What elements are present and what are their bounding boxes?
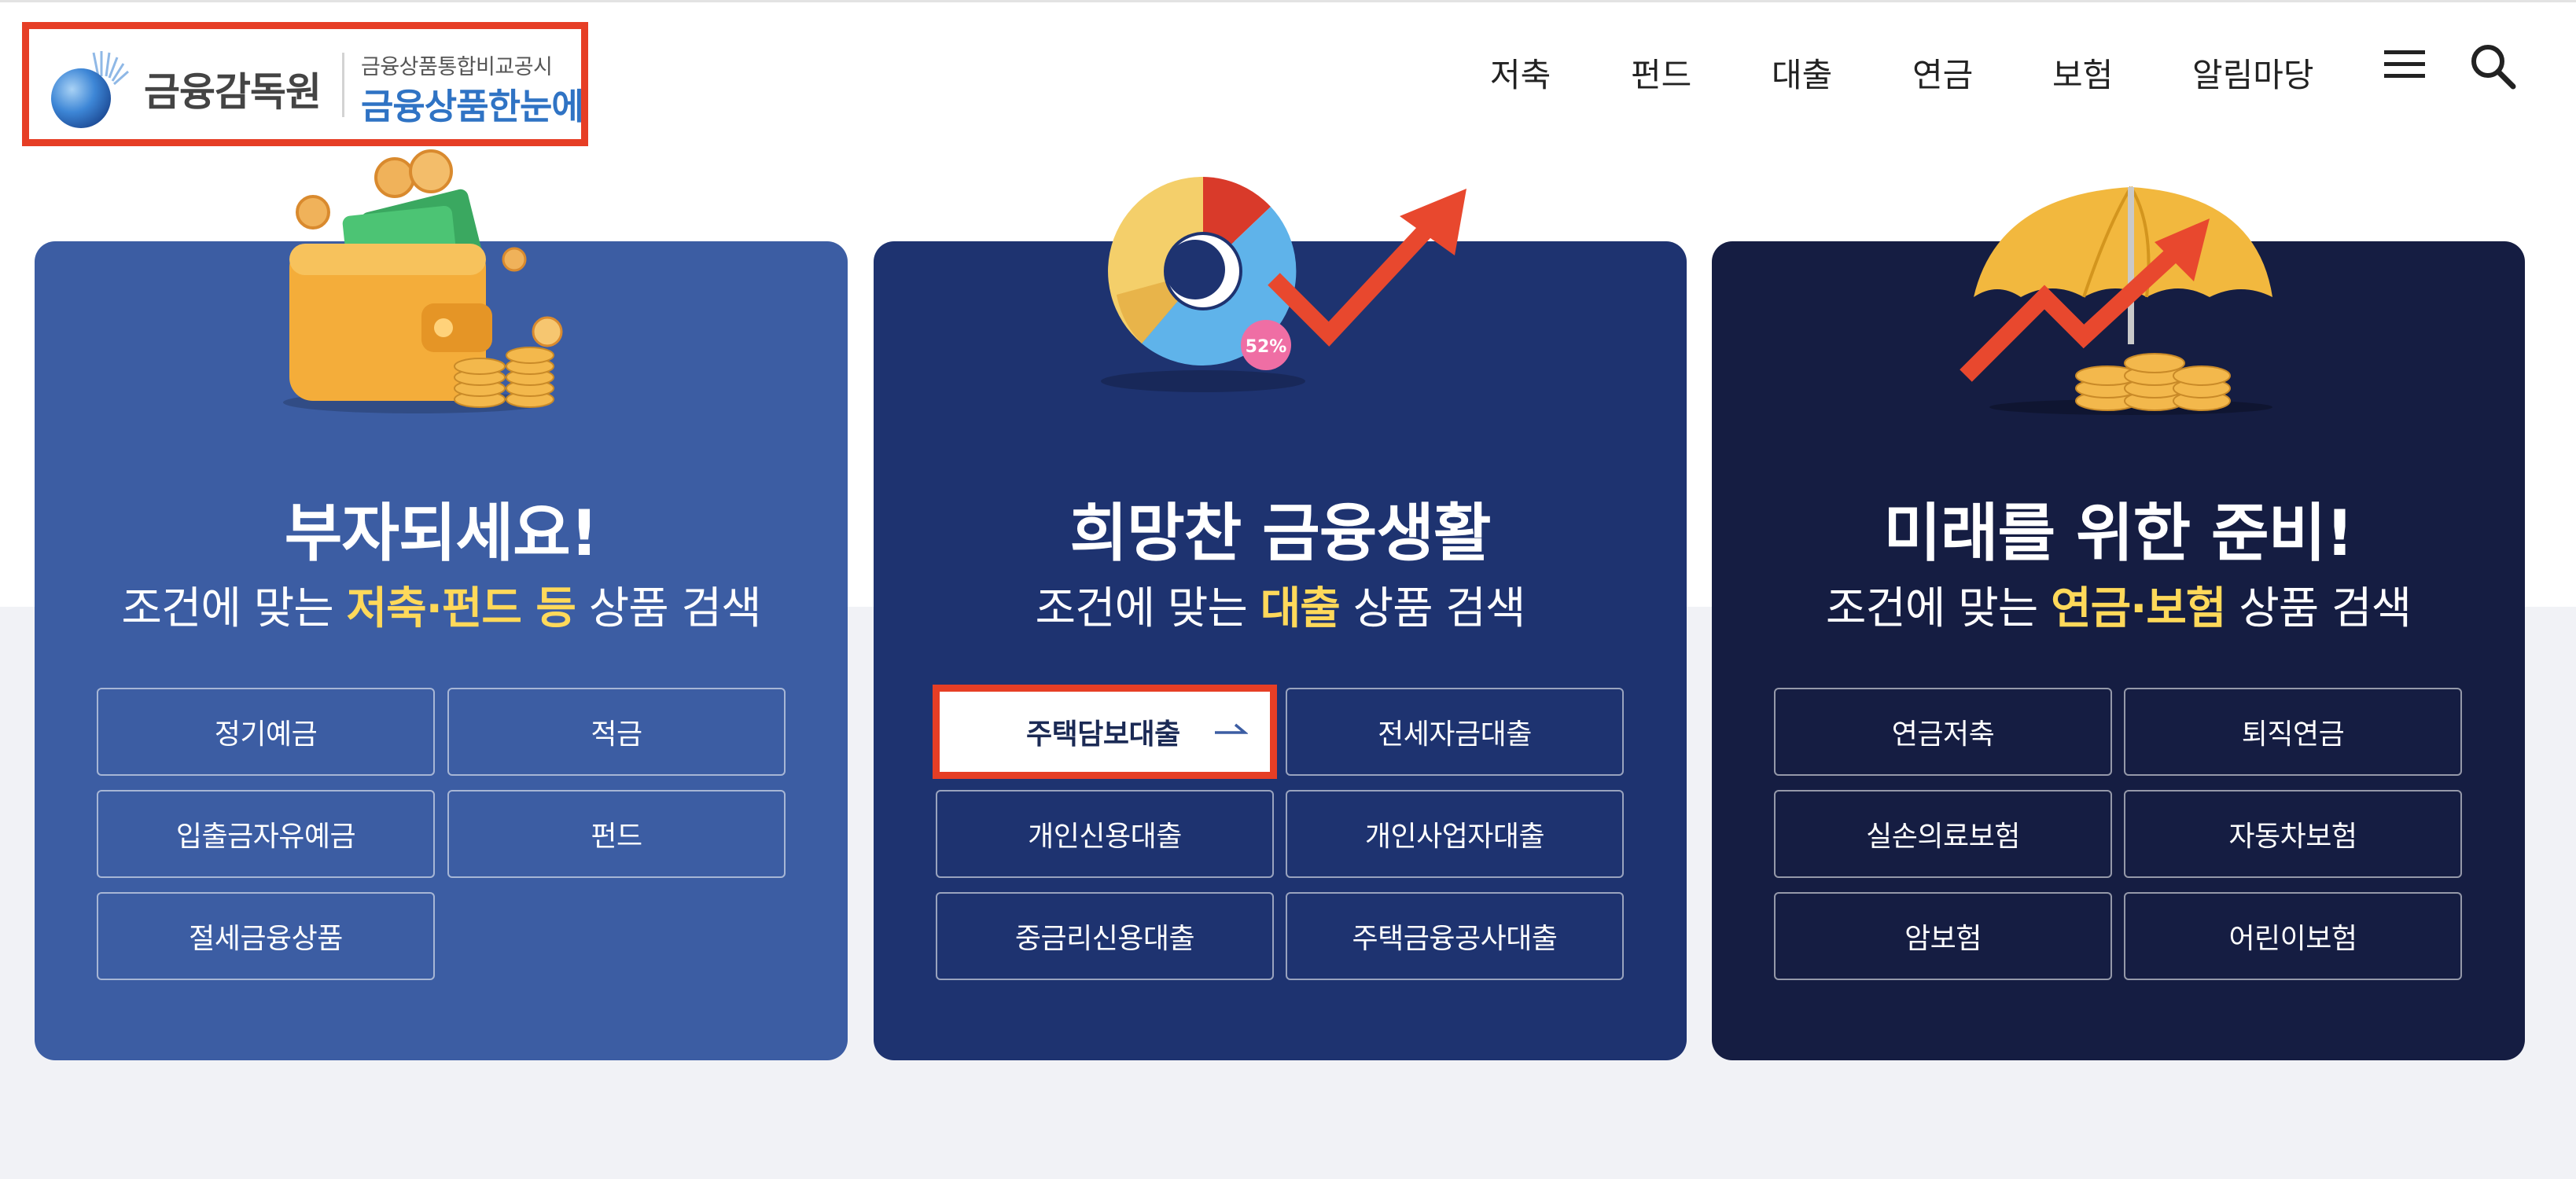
subtitle-highlight: 연금·보험	[2051, 583, 2226, 634]
subtitle-suffix: 상품 검색	[1339, 583, 1526, 634]
logo-subtitle: 금융상품통합비교공시	[361, 55, 553, 79]
btn-cancer-insurance[interactable]: 암보험	[1774, 892, 2112, 980]
btn-hf-loan[interactable]: 주택금융공사대출	[1286, 892, 1624, 980]
btn-demand-deposit[interactable]: 입출금자유예금	[97, 790, 435, 878]
card-subtitle: 조건에 맞는 저축·펀드 등 상품 검색	[35, 573, 848, 637]
nav-pension[interactable]: 연금	[1912, 49, 1973, 97]
site-logo[interactable]: 금융감독원 금융상품통합비교공시 금융상품한눈에	[22, 22, 588, 146]
btn-funds[interactable]: 펀드	[447, 790, 786, 878]
wallet-coins-icon	[283, 149, 563, 413]
pie-percent-badge: 52%	[1246, 337, 1287, 357]
card-subtitle: 조건에 맞는 대출 상품 검색	[874, 573, 1687, 637]
subtitle-prefix: 조건에 맞는	[1825, 583, 2052, 634]
card-title: 미래를 위한 준비!	[1883, 497, 2353, 570]
btn-personal-credit-loan[interactable]: 개인신용대출	[936, 790, 1274, 878]
btn-business-loan[interactable]: 개인사업자대출	[1286, 790, 1624, 878]
btn-mid-rate-loan[interactable]: 중금리신용대출	[936, 892, 1274, 980]
btn-pension-savings[interactable]: 연금저축	[1774, 688, 2112, 776]
umbrella-coins-icon	[1960, 185, 2272, 415]
fss-globe-icon	[51, 51, 129, 128]
btn-jeonse-loan[interactable]: 전세자금대출	[1286, 688, 1624, 776]
subtitle-suffix: 상품 검색	[2225, 583, 2412, 634]
logo-divider	[342, 53, 344, 117]
card-title: 희망찬 금융생활	[1069, 497, 1491, 570]
subtitle-prefix: 조건에 맞는	[121, 583, 347, 634]
nav-savings[interactable]: 저축	[1490, 49, 1551, 97]
arrow-right-icon	[1215, 723, 1248, 734]
subtitle-highlight: 대출	[1260, 583, 1341, 634]
btn-retirement-pension[interactable]: 퇴직연금	[2124, 688, 2462, 776]
nav-notice[interactable]: 알림마당	[2192, 49, 2314, 97]
subtitle-prefix: 조건에 맞는	[1035, 583, 1260, 634]
btn-auto-insurance[interactable]: 자동차보험	[2124, 790, 2462, 878]
btn-mortgage-loan-label: 주택담보대출	[1026, 718, 1180, 751]
hamburger-menu-icon[interactable]	[2383, 47, 2427, 82]
nav-insurance[interactable]: 보험	[2052, 49, 2113, 97]
fss-org-name: 금융감독원	[144, 69, 322, 115]
btn-child-insurance[interactable]: 어린이보험	[2124, 892, 2462, 980]
logo-title: 금융상품한눈에	[361, 86, 584, 127]
pie-chart-growth-icon: 52%	[1101, 176, 1466, 392]
card-subtitle: 조건에 맞는 연금·보험 상품 검색	[1712, 573, 2525, 637]
nav-funds[interactable]: 펀드	[1631, 49, 1691, 97]
btn-medical-insurance[interactable]: 실손의료보험	[1774, 790, 2112, 878]
search-icon[interactable]	[2469, 42, 2518, 91]
subtitle-highlight: 저축·펀드 등	[346, 583, 576, 634]
btn-tax-saving-products[interactable]: 절세금융상품	[97, 892, 435, 980]
card-title: 부자되세요!	[284, 497, 598, 570]
nav-loans[interactable]: 대출	[1772, 49, 1832, 97]
btn-mortgage-loan[interactable]: 주택담보대출	[933, 685, 1277, 779]
subtitle-suffix: 상품 검색	[575, 583, 762, 634]
btn-term-deposit[interactable]: 정기예금	[97, 688, 435, 776]
top-divider	[0, 0, 2576, 2]
btn-installment-savings[interactable]: 적금	[447, 688, 786, 776]
